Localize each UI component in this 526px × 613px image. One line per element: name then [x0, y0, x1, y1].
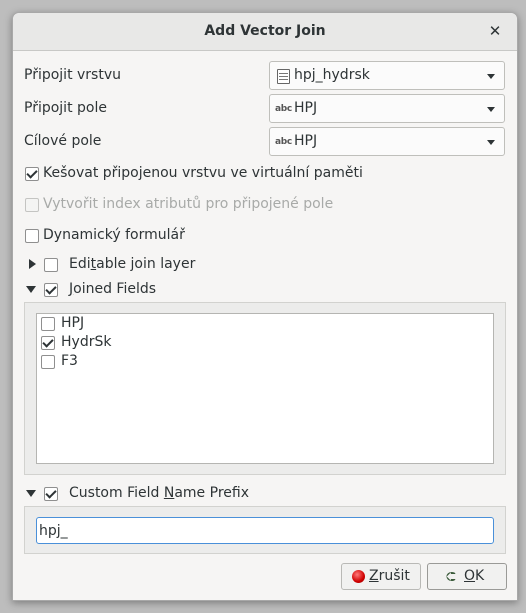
joined-fields-list[interactable]: HPJ HydrSk F3: [36, 313, 494, 464]
ok-label: OK: [464, 568, 485, 584]
expand-right-icon[interactable]: [29, 259, 36, 269]
field-checkbox[interactable]: [41, 317, 55, 331]
cancel-button[interactable]: Zrušit: [341, 563, 421, 590]
target-field-label: Cílové pole: [24, 133, 102, 149]
chevron-down-icon: [487, 74, 495, 79]
field-name: HydrSk: [61, 334, 112, 350]
field-checkbox[interactable]: [41, 336, 55, 350]
editable-join-layer-checkbox[interactable]: [44, 258, 58, 272]
text-field-type-icon: abc: [275, 104, 292, 114]
editable-join-layer-label[interactable]: Editable join layer: [69, 256, 195, 272]
ok-icon: ⮈: [446, 570, 456, 585]
joined-fields-checkbox[interactable]: [44, 283, 58, 297]
create-index-checkbox: [25, 198, 39, 212]
prefix-input[interactable]: [36, 517, 494, 544]
dynamic-form-checkbox[interactable]: [25, 229, 39, 243]
collapse-down-icon[interactable]: [26, 286, 36, 293]
cache-layer-label[interactable]: Kešovat připojenou vrstvu ve virtuální p…: [43, 165, 363, 181]
chevron-down-icon: [487, 107, 495, 112]
list-item[interactable]: F3: [39, 353, 479, 372]
join-layer-value: hpj_hydrsk: [294, 67, 370, 83]
collapse-down-icon[interactable]: [26, 490, 36, 497]
target-field-value: HPJ: [294, 133, 318, 149]
cancel-icon: [352, 570, 365, 583]
text-field-type-icon: abc: [275, 137, 292, 147]
cache-layer-checkbox[interactable]: [25, 167, 39, 181]
add-vector-join-dialog: Add Vector Join ✕ Připojit vrstvu hpj_hy…: [12, 12, 518, 601]
join-field-value: HPJ: [294, 100, 318, 116]
dialog-title: Add Vector Join: [204, 23, 326, 39]
join-layer-label: Připojit vrstvu: [24, 67, 121, 83]
title-bar: Add Vector Join ✕: [13, 13, 517, 51]
join-field-combo[interactable]: abc HPJ: [269, 94, 505, 123]
join-field-label: Připojit pole: [24, 100, 107, 116]
list-item[interactable]: HPJ: [39, 315, 479, 334]
chevron-down-icon: [487, 140, 495, 145]
join-layer-combo[interactable]: hpj_hydrsk: [269, 61, 505, 90]
list-item[interactable]: HydrSk: [39, 334, 479, 353]
close-icon[interactable]: ✕: [483, 19, 507, 43]
dynamic-form-label[interactable]: Dynamický formulář: [43, 227, 185, 243]
custom-prefix-label[interactable]: Custom Field Name Prefix: [69, 485, 249, 501]
ok-button[interactable]: ⮈ OK: [427, 563, 507, 590]
field-name: HPJ: [61, 315, 85, 331]
create-index-label: Vytvořit index atributů pro připojené po…: [43, 196, 334, 212]
target-field-combo[interactable]: abc HPJ: [269, 127, 505, 156]
vector-layer-icon: [277, 69, 290, 84]
field-checkbox[interactable]: [41, 355, 55, 369]
joined-fields-label[interactable]: Joined Fields: [69, 281, 156, 297]
custom-prefix-checkbox[interactable]: [44, 487, 58, 501]
cancel-label: Zrušit: [369, 568, 410, 584]
field-name: F3: [61, 353, 78, 369]
